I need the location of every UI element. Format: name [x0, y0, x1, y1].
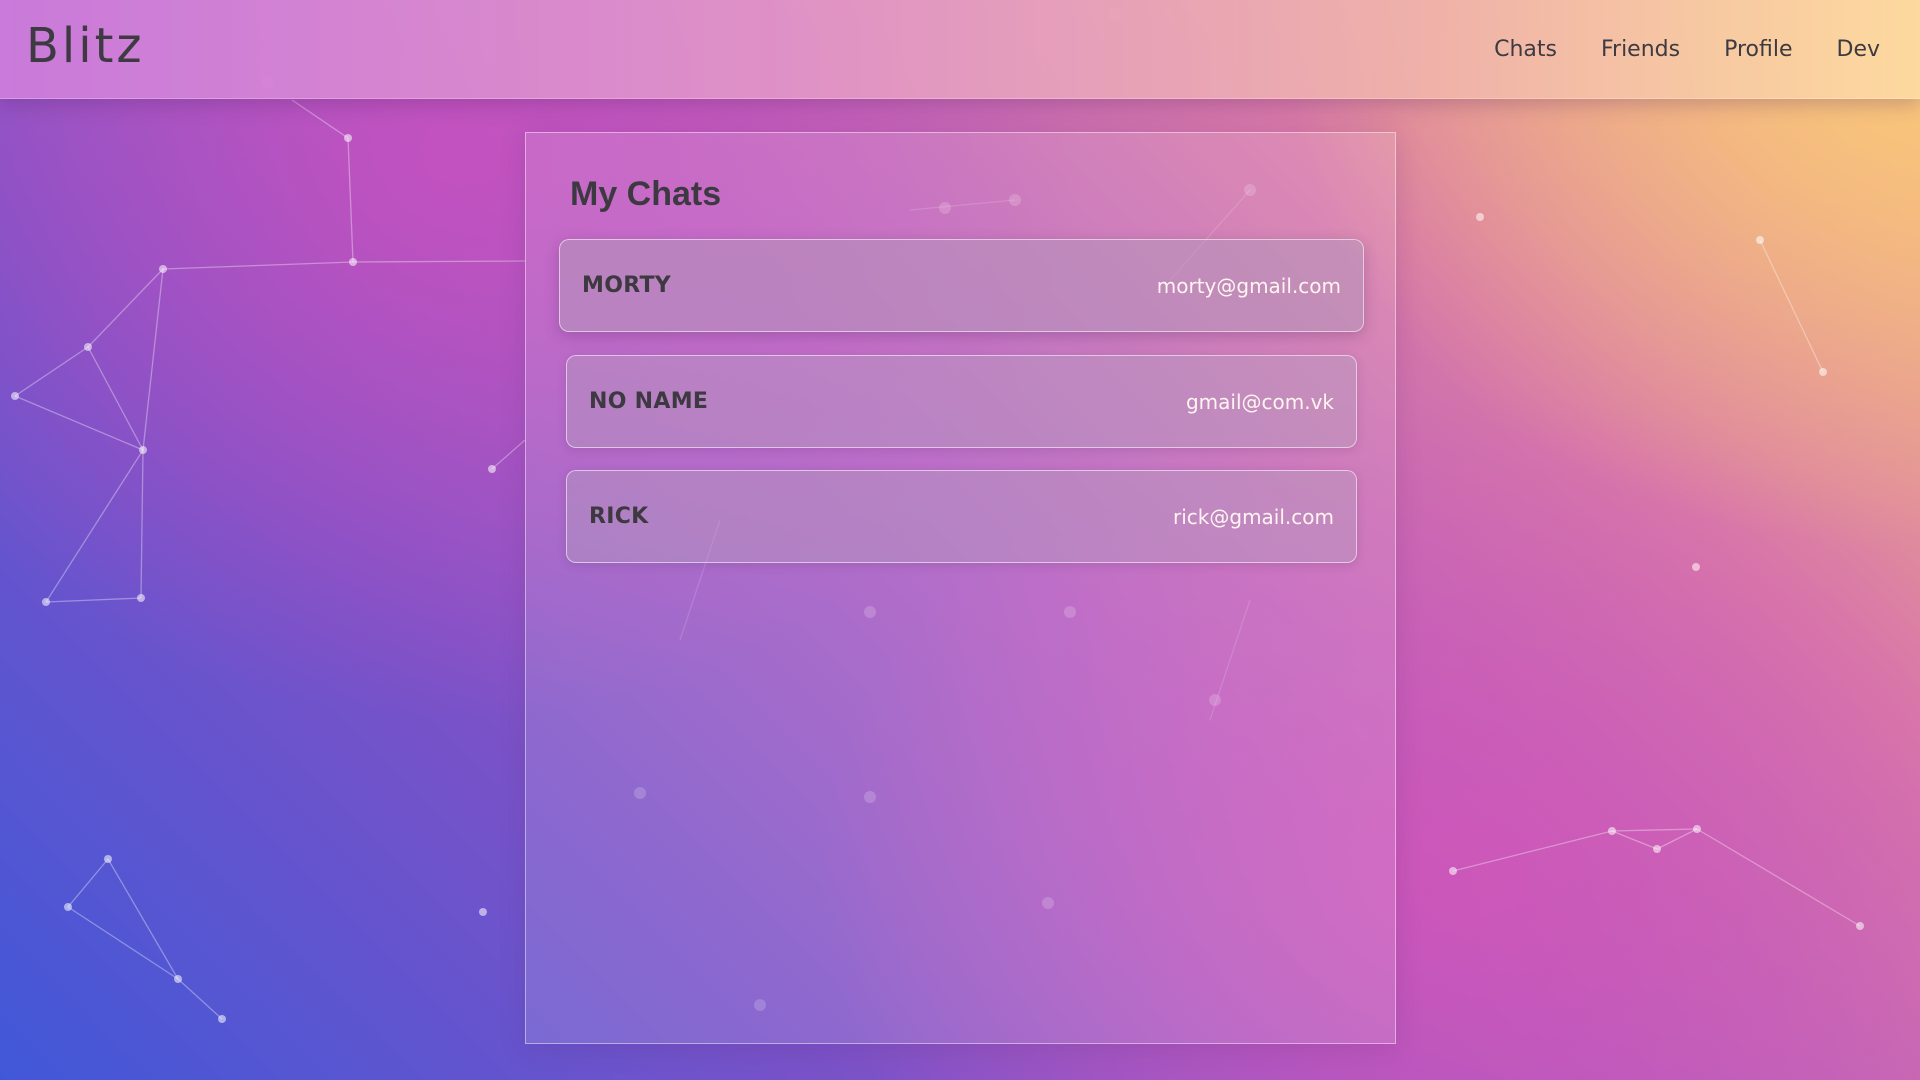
nav-link-dev[interactable]: Dev — [1837, 37, 1881, 62]
chat-item-email: morty@gmail.com — [1156, 273, 1341, 298]
chat-item-email: gmail@com.vk — [1185, 389, 1334, 414]
chat-item-name: RICK — [589, 504, 649, 529]
chat-item-morty[interactable]: MORTY morty@gmail.com — [559, 239, 1364, 332]
top-navbar: Blitz Chats Friends Profile Dev — [0, 0, 1920, 99]
chat-item-no-name[interactable]: NO NAME gmail@com.vk — [566, 355, 1357, 448]
chat-item-name: MORTY — [582, 273, 671, 298]
nav-link-chats[interactable]: Chats — [1494, 37, 1557, 62]
chat-item-email: rick@gmail.com — [1173, 504, 1334, 529]
chats-panel: My Chats MORTY morty@gmail.com NO NAME g… — [525, 132, 1396, 1044]
app-logo[interactable]: Blitz — [26, 18, 145, 74]
page-title: My Chats — [570, 175, 722, 213]
chat-item-name: NO NAME — [589, 389, 709, 414]
nav-links: Chats Friends Profile Dev — [1494, 0, 1880, 99]
chat-item-rick[interactable]: RICK rick@gmail.com — [566, 470, 1357, 563]
nav-link-friends[interactable]: Friends — [1601, 37, 1680, 62]
nav-link-profile[interactable]: Profile — [1724, 37, 1792, 62]
